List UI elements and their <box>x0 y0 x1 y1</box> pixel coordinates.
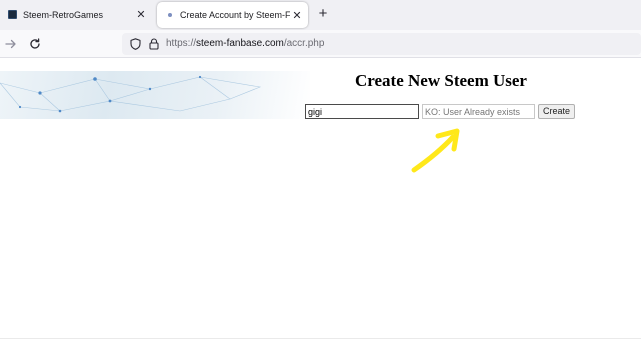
tab-strip: Steem-RetroGames ✕ Create Account by Ste… <box>0 0 641 30</box>
tab-title: Create Account by Steem-Fanba <box>180 10 290 20</box>
tracking-protection-shield-icon[interactable] <box>129 38 141 50</box>
page-content: Create New Steem User Create <box>0 59 641 341</box>
tab-create-account[interactable]: Create Account by Steem-Fanba ✕ <box>157 2 308 28</box>
address-bar[interactable]: https://steem-fanbase.com/accr.php <box>122 33 641 55</box>
page-title: Create New Steem User <box>355 71 527 90</box>
new-tab-button[interactable]: + <box>313 4 333 24</box>
tab-steem-retrogames[interactable]: Steem-RetroGames ✕ <box>0 0 152 29</box>
url-text[interactable]: https://steem-fanbase.com/accr.php <box>166 38 324 49</box>
url-path: /accr.php <box>283 38 325 49</box>
close-tab-icon[interactable]: ✕ <box>290 9 304 22</box>
create-user-form: Create <box>305 104 575 119</box>
url-host: steem-fanbase.com <box>196 38 284 49</box>
tab-title: Steem-RetroGames <box>23 9 104 20</box>
site-favicon-icon <box>8 10 17 19</box>
close-tab-icon[interactable]: ✕ <box>134 8 148 21</box>
status-field[interactable] <box>422 104 535 119</box>
loading-dot-icon <box>168 13 172 17</box>
forward-button[interactable] <box>1 34 21 54</box>
annotation-arrow-icon <box>411 128 460 173</box>
create-button[interactable]: Create <box>538 104 575 119</box>
reload-icon <box>30 38 40 49</box>
navigation-bar: https://steem-fanbase.com/accr.php <box>0 30 641 58</box>
arrow-right-icon <box>5 39 16 49</box>
bottom-divider <box>0 338 641 339</box>
username-input[interactable] <box>305 104 419 119</box>
reload-button[interactable] <box>25 34 45 54</box>
url-scheme: https:// <box>166 38 197 49</box>
lock-icon[interactable] <box>148 38 160 50</box>
